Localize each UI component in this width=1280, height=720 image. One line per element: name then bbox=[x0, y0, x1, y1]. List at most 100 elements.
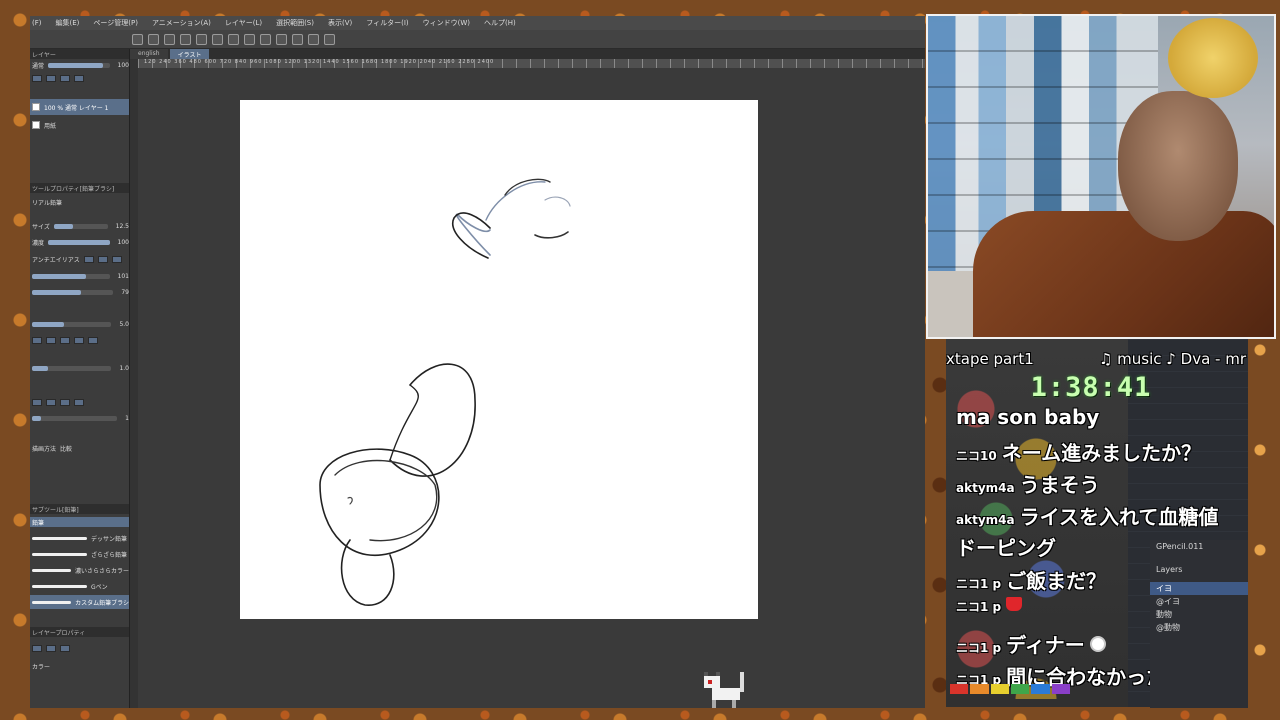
effect-icon[interactable] bbox=[46, 644, 56, 652]
settings-icon[interactable] bbox=[324, 33, 335, 45]
pattern-icon[interactable] bbox=[60, 336, 70, 344]
sub-tool-selected[interactable]: 鉛筆 bbox=[30, 517, 129, 527]
undo-icon[interactable] bbox=[196, 33, 207, 45]
streamer-head bbox=[1118, 91, 1238, 241]
pattern-icon[interactable] bbox=[46, 336, 56, 344]
gp-layer-item[interactable]: 動物 bbox=[1150, 608, 1248, 621]
brush-item[interactable]: ざらざら鉛筆 bbox=[30, 547, 129, 561]
menu-layer[interactable]: レイヤー(L) bbox=[225, 18, 262, 28]
pattern-icon[interactable] bbox=[88, 336, 98, 344]
stroke-preview bbox=[32, 584, 87, 588]
palette-swatch[interactable] bbox=[970, 684, 989, 694]
brush-item-label: Gペン bbox=[91, 583, 108, 591]
palette-swatch[interactable] bbox=[1051, 684, 1070, 694]
gp-layer-label: イヨ bbox=[1156, 584, 1172, 593]
density-row: 濃度 100 bbox=[30, 237, 129, 247]
drawing-canvas[interactable] bbox=[240, 100, 758, 619]
sketch-stroke bbox=[544, 196, 571, 207]
horizontal-ruler: 120 240 360 480 600 720 840 960 1080 120… bbox=[138, 59, 925, 68]
palette-swatch[interactable] bbox=[1031, 684, 1050, 694]
effect-icons-row bbox=[30, 643, 129, 653]
chat-message: ニコ10 ネーム進みましたか？ bbox=[956, 437, 1201, 466]
fill-icon[interactable] bbox=[260, 33, 271, 45]
trash-icon[interactable] bbox=[74, 74, 84, 82]
pattern-icon[interactable] bbox=[74, 336, 84, 344]
brush-item[interactable]: 濃いさらさらカラー bbox=[30, 563, 129, 577]
transform-icon[interactable] bbox=[244, 33, 255, 45]
direction-icon[interactable] bbox=[60, 398, 70, 406]
layer-item-paper[interactable]: 用紙 bbox=[30, 118, 129, 132]
sketch-stroke bbox=[455, 213, 491, 256]
direction-icon[interactable] bbox=[32, 398, 42, 406]
param-slider[interactable] bbox=[32, 289, 114, 295]
redo-icon[interactable] bbox=[212, 33, 223, 45]
menu-bar: (F) 編集(E) ページ管理(P) アニメーション(A) レイヤー(L) 選択… bbox=[30, 16, 925, 30]
gp-layer-item[interactable]: @動物 bbox=[1150, 621, 1248, 634]
blend-mode-select[interactable]: 通常 bbox=[32, 61, 44, 70]
menu-file[interactable]: (F) bbox=[32, 19, 42, 27]
sketch-stroke bbox=[319, 448, 440, 556]
effect-icon[interactable] bbox=[60, 644, 70, 652]
sketch-stroke bbox=[534, 231, 569, 239]
crop-icon[interactable] bbox=[276, 33, 287, 45]
open-file-icon[interactable] bbox=[148, 33, 159, 45]
new-layer-icon[interactable] bbox=[32, 74, 42, 82]
sketch-stroke bbox=[334, 459, 438, 542]
folder-icon[interactable] bbox=[46, 74, 56, 82]
new-file-icon[interactable] bbox=[132, 33, 143, 45]
menu-window[interactable]: ウィンドウ(W) bbox=[423, 18, 470, 28]
gpencil-object-row[interactable]: GPencil.011 bbox=[1150, 540, 1248, 553]
export-icon[interactable] bbox=[180, 33, 191, 45]
brush-item-label: ざらざら鉛筆 bbox=[91, 551, 128, 559]
antialias-none-icon[interactable] bbox=[83, 255, 94, 263]
mask-icon[interactable] bbox=[60, 74, 70, 82]
gp-layer-item[interactable]: @イヨ bbox=[1150, 595, 1248, 608]
streamer-body bbox=[973, 211, 1274, 337]
chat-message-text: ドーピング bbox=[956, 536, 1056, 560]
stroke-preview bbox=[32, 600, 72, 604]
param-slider[interactable] bbox=[32, 321, 112, 327]
brush-item[interactable]: デッサン鉛筆 bbox=[30, 531, 129, 545]
method-select[interactable]: 比較 bbox=[60, 444, 72, 453]
menu-animation[interactable]: アニメーション(A) bbox=[152, 18, 211, 28]
menu-view[interactable]: 表示(V) bbox=[328, 18, 352, 28]
clip-studio-window: (F) 編集(E) ページ管理(P) アニメーション(A) レイヤー(L) 選択… bbox=[30, 16, 925, 708]
layer-color-select[interactable]: カラー bbox=[32, 662, 50, 671]
menu-selection[interactable]: 選択範囲(S) bbox=[276, 18, 314, 28]
opacity-value: 100 bbox=[117, 61, 129, 69]
brush-item[interactable]: カスタム鉛筆ブラシ bbox=[30, 595, 129, 609]
layer-item-1[interactable]: 100 % 通常 レイヤー 1 bbox=[30, 99, 129, 115]
save-icon[interactable] bbox=[164, 33, 175, 45]
palette-swatch[interactable] bbox=[990, 684, 1009, 694]
density-slider[interactable] bbox=[48, 239, 110, 245]
menu-edit[interactable]: 編集(E) bbox=[56, 18, 80, 28]
sketch-stroke bbox=[389, 384, 419, 461]
param-slider[interactable] bbox=[32, 273, 110, 279]
antialias-mid-icon[interactable] bbox=[111, 255, 122, 263]
gp-layer-item[interactable]: イヨ bbox=[1150, 582, 1248, 595]
palette-swatch[interactable] bbox=[950, 684, 969, 694]
brush-item[interactable]: Gペン bbox=[30, 579, 129, 593]
antialias-weak-icon[interactable] bbox=[97, 255, 108, 263]
now-playing: ♫ music ♪ Dva - mr bbox=[1098, 350, 1246, 368]
direction-icon[interactable] bbox=[46, 398, 56, 406]
snap-icon[interactable] bbox=[308, 33, 319, 45]
menu-page[interactable]: ページ管理(P) bbox=[93, 18, 138, 28]
effect-icon[interactable] bbox=[32, 644, 42, 652]
antialias-label: アンチエイリアス bbox=[32, 256, 80, 264]
param-slider[interactable] bbox=[32, 365, 112, 371]
tab-english[interactable]: english bbox=[130, 49, 168, 59]
size-slider[interactable] bbox=[53, 223, 108, 229]
ruler-icon[interactable] bbox=[292, 33, 303, 45]
tab-illust[interactable]: イラスト bbox=[169, 49, 210, 59]
tool-property-header: ツールプロパティ[鉛筆ブラシ] bbox=[30, 183, 129, 193]
clear-icon[interactable] bbox=[228, 33, 239, 45]
palette-swatch[interactable] bbox=[1010, 684, 1030, 694]
param-slider[interactable] bbox=[32, 415, 118, 421]
menu-help[interactable]: ヘルプ(H) bbox=[484, 18, 516, 28]
chat-user-name: aktym4a bbox=[956, 513, 1015, 527]
opacity-slider[interactable] bbox=[48, 62, 110, 68]
menu-filter[interactable]: フィルター(I) bbox=[366, 18, 408, 28]
direction-icon[interactable] bbox=[74, 398, 84, 406]
pattern-icon[interactable] bbox=[32, 336, 42, 344]
